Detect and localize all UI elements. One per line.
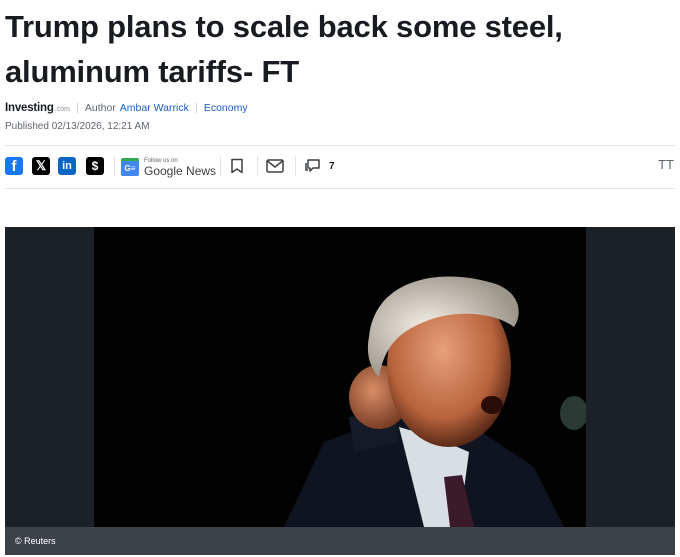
linkedin-share-icon[interactable]: in [58,157,76,175]
facebook-share-icon[interactable]: f [5,157,23,175]
text-size-glyph: TT [658,157,674,172]
article-meta: Investing .com Author Ambar Warrick Econ… [5,99,248,117]
article-photo: © Reuters [5,227,675,555]
google-news-follow-label: Follow us on [144,157,178,164]
comments-icon[interactable] [303,156,323,176]
google-news-follow-button[interactable]: G≡ Follow us on Google News [121,156,216,178]
substack-share-icon[interactable]: $ [86,157,104,175]
photo-illustration [284,276,586,527]
published-date: Published 02/13/2026, 12:21 AM [5,121,150,132]
author-link[interactable]: Ambar Warrick [120,102,189,114]
google-news-icon: G≡ [121,158,139,176]
meta-divider [195,103,197,113]
share-toolbar: f 𝕏 in $ G≡ Follow us on Google News 7 T… [5,152,675,180]
meta-divider [76,103,78,113]
brand-logo-suffix: .com [54,105,70,113]
photo-caption: © Reuters [5,527,675,555]
photo-image [94,227,586,527]
text-size-icon[interactable]: TT [658,157,674,172]
article-headline: Trump plans to scale back some steel, al… [5,9,563,89]
brand-logo[interactable]: Investing [5,102,54,114]
category-link[interactable]: Economy [204,102,248,114]
bookmark-icon[interactable] [227,156,247,176]
toolbar-divider [220,156,221,176]
divider-top [5,145,675,146]
toolbar-divider [295,156,296,176]
google-news-label: Google News [144,163,217,178]
toolbar-divider [114,156,115,176]
author-label: Author [84,102,116,114]
divider-bottom [5,188,675,189]
x-share-icon[interactable]: 𝕏 [32,157,50,175]
comment-count[interactable]: 7 [329,161,335,172]
email-share-icon[interactable] [265,156,285,176]
toolbar-divider [257,156,258,176]
